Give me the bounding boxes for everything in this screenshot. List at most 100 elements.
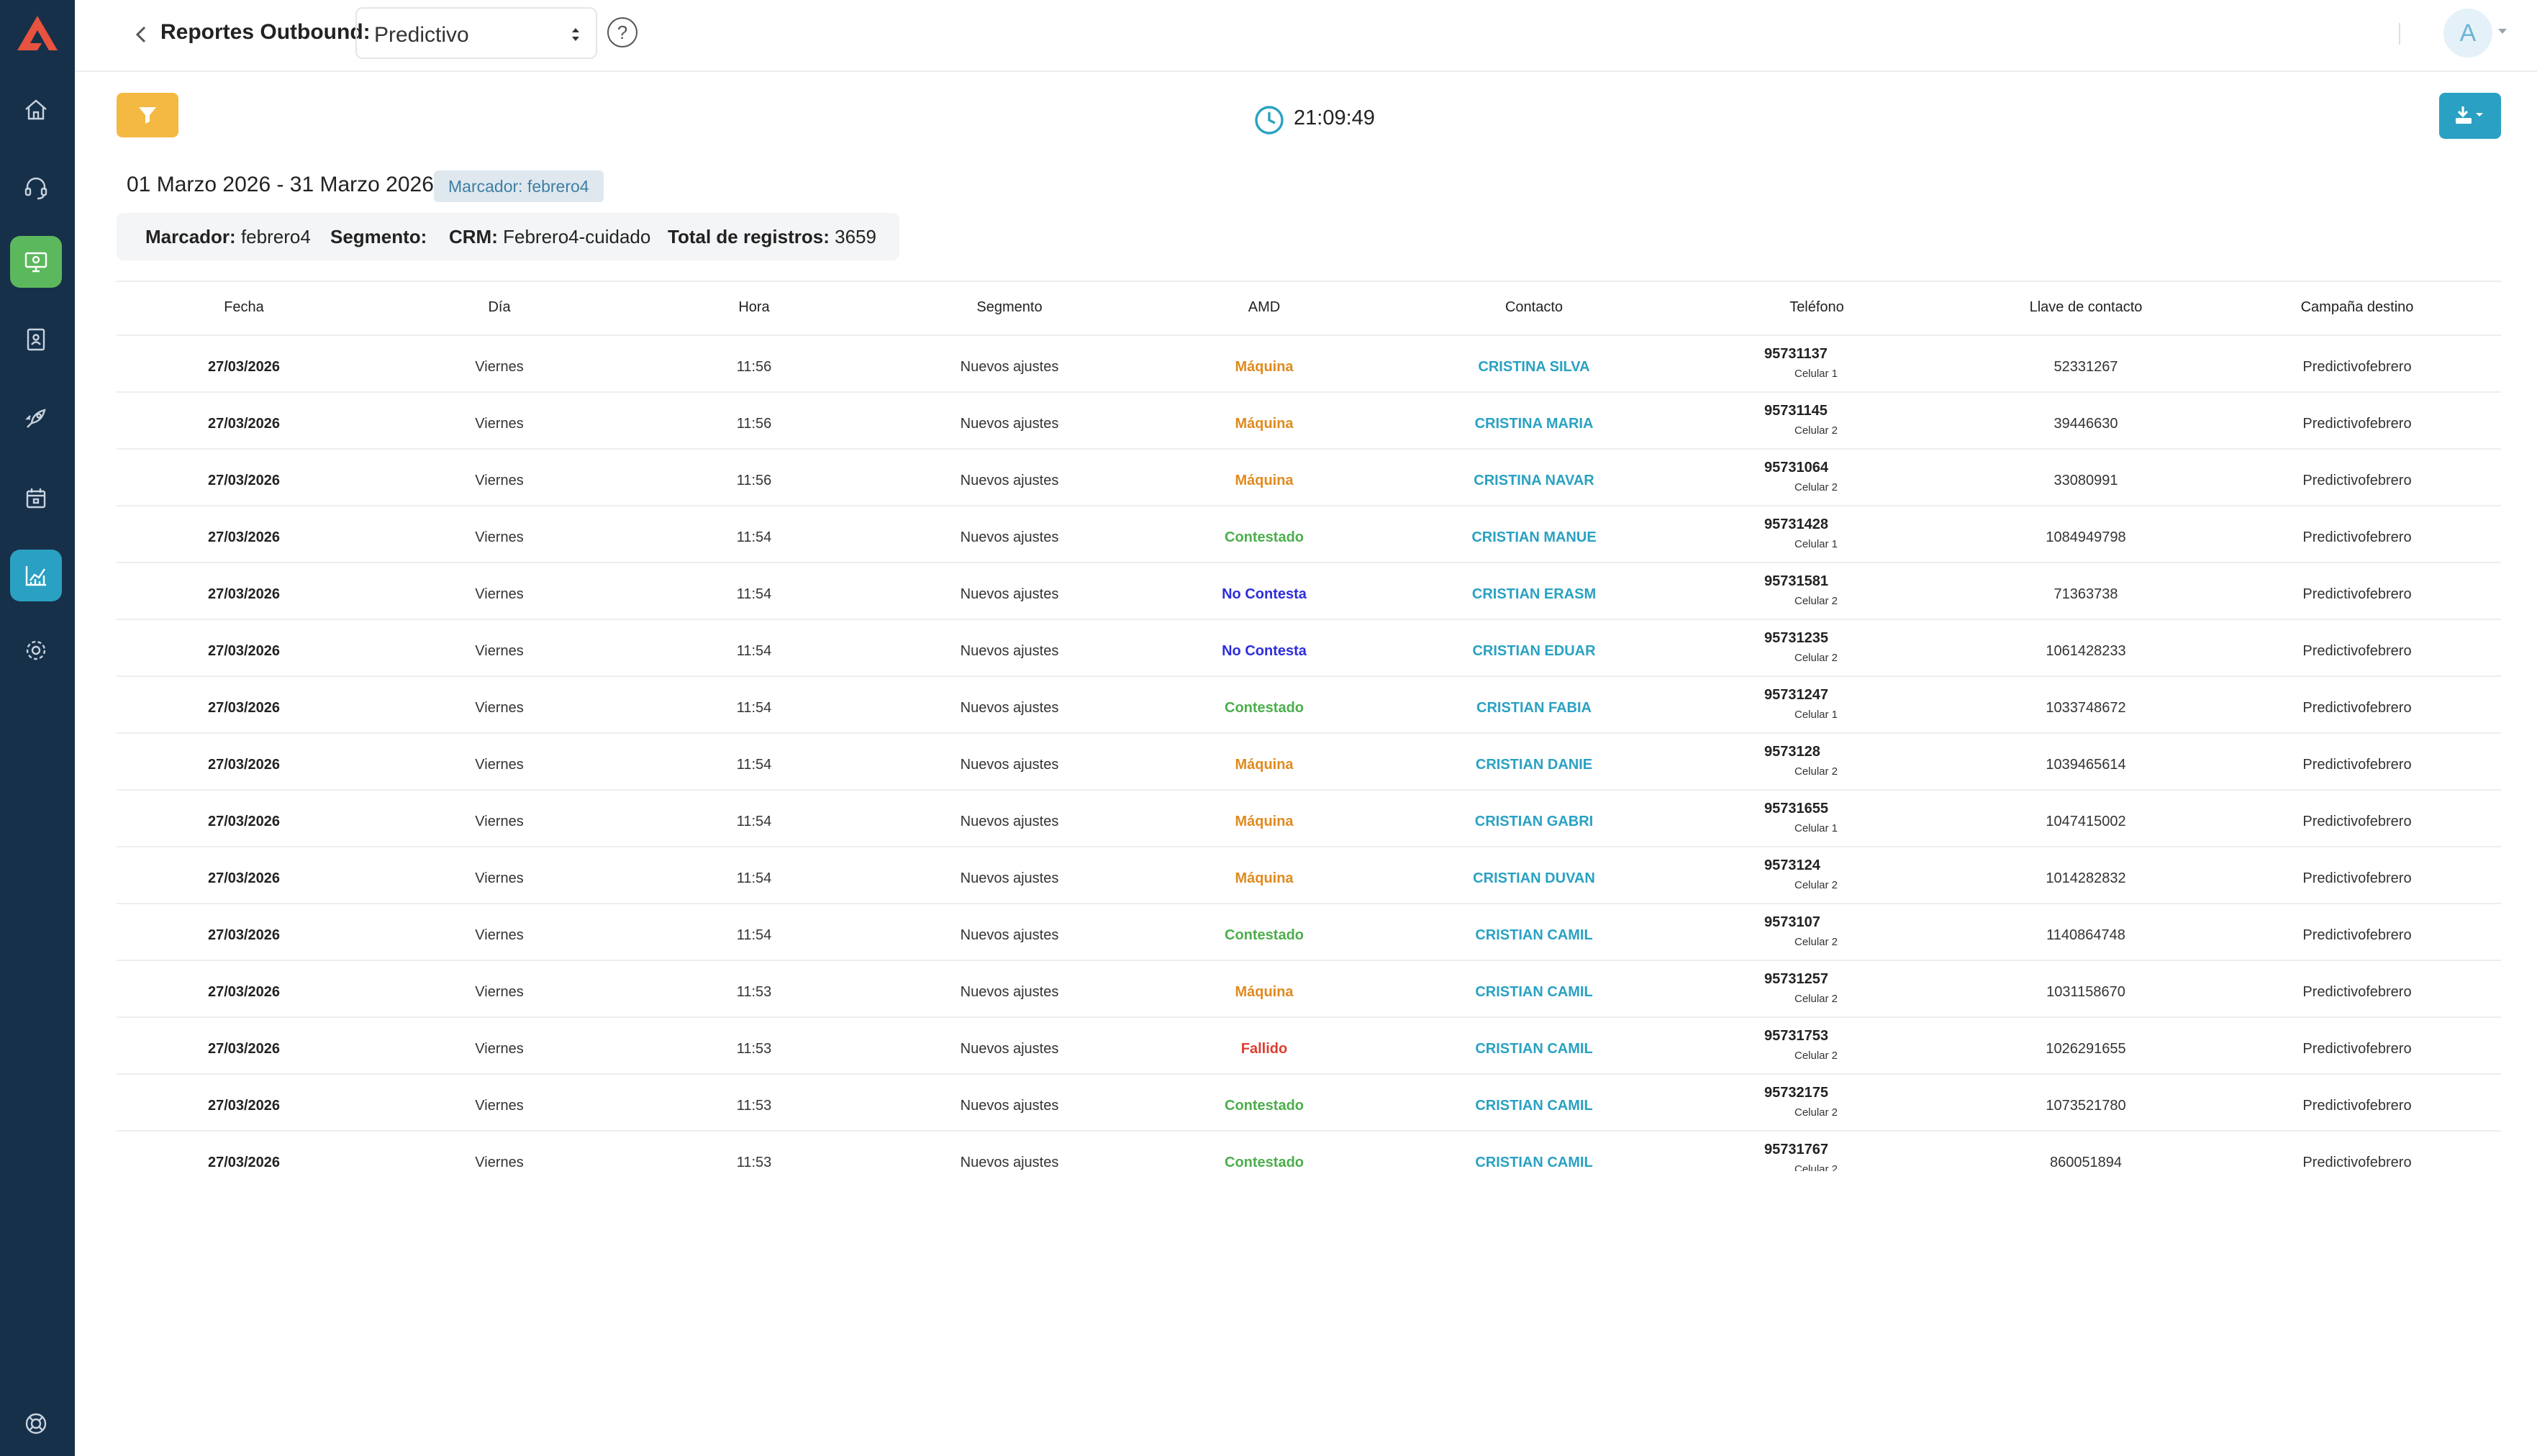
help-button[interactable]: ? <box>607 17 637 47</box>
col-header-llave[interactable]: Llave de contacto <box>2030 299 2143 316</box>
cell-contacto[interactable]: CRISTIAN DANIE <box>1476 757 1592 773</box>
calendar-icon <box>26 488 46 509</box>
cell-segmento: Nuevos ajustes <box>960 643 1059 659</box>
cell-llave: 1039465614 <box>2046 757 2126 773</box>
cell-telefono: 95731655 <box>1764 801 1828 816</box>
cell-telefono: 95731767 <box>1764 1142 1828 1157</box>
cell-telefono: 95731753 <box>1764 1028 1828 1044</box>
cell-telefono-tipo: Celular 2 <box>1794 595 1838 607</box>
col-header-telefono[interactable]: Teléfono <box>1789 299 1844 316</box>
summary-marcador: Marcador: febrero4 <box>145 226 311 248</box>
col-header-fecha[interactable]: Fecha <box>224 299 264 316</box>
filter-button[interactable] <box>117 93 178 137</box>
table-row[interactable]: 27/03/2026 Viernes 11:54 Nuevos ajustes No C… <box>117 619 2501 677</box>
table-row[interactable]: 27/03/2026 Viernes 11:53 Nuevos ajustes Cont… <box>117 1130 2501 1188</box>
app-logo[interactable] <box>16 14 59 52</box>
cell-contacto[interactable]: CRISTIAN CAMIL <box>1475 1155 1592 1171</box>
cell-amd: Máquina <box>1235 814 1294 829</box>
col-header-contacto[interactable]: Contacto <box>1505 299 1563 316</box>
nav-calendar[interactable] <box>10 473 62 524</box>
table-row[interactable]: 27/03/2026 Viernes 11:54 Nuevos ajustes No C… <box>117 562 2501 620</box>
back-button[interactable] <box>125 19 157 50</box>
cell-contacto[interactable]: CRISTIAN MANUE <box>1471 529 1596 546</box>
col-header-segmento[interactable]: Segmento <box>976 299 1042 316</box>
report-type-select[interactable]: Predictivo <box>355 7 597 59</box>
table-row[interactable]: 27/03/2026 Viernes 11:53 Nuevos ajustes Máqu… <box>117 960 2501 1018</box>
cell-llave: 71363738 <box>2053 586 2118 602</box>
cell-amd: No Contesta <box>1222 643 1307 659</box>
table-row[interactable]: 27/03/2026 Viernes 11:54 Nuevos ajustes Máqu… <box>117 789 2501 847</box>
cell-dia: Viernes <box>475 1155 524 1170</box>
cell-campana: Predictivofebrero <box>2302 586 2412 602</box>
cell-dia: Viernes <box>475 586 524 602</box>
table-row[interactable]: 27/03/2026 Viernes 11:53 Nuevos ajustes Fall… <box>117 1016 2501 1075</box>
cell-telefono-tipo: Celular 2 <box>1794 993 1838 1005</box>
nav-home[interactable] <box>10 83 62 135</box>
nav-contacts[interactable] <box>10 314 62 365</box>
download-button[interactable] <box>2439 93 2501 139</box>
cell-contacto[interactable]: CRISTIAN DUVAN <box>1473 870 1595 887</box>
cell-fecha: 27/03/2026 <box>207 870 281 886</box>
cell-contacto[interactable]: CRISTIAN FABIA <box>1476 700 1592 716</box>
table-row[interactable]: 27/03/2026 Viernes 11:54 Nuevos ajustes Máqu… <box>117 846 2501 904</box>
download-icon <box>2456 106 2483 124</box>
table-row[interactable]: 27/03/2026 Viernes 11:54 Nuevos ajustes Cont… <box>117 505 2501 563</box>
page-title: Reportes Outbound: <box>160 20 371 44</box>
cell-fecha: 27/03/2026 <box>207 1041 281 1057</box>
rocket-icon <box>25 409 46 428</box>
cell-dia: Viernes <box>475 700 524 716</box>
cell-segmento: Nuevos ajustes <box>960 757 1059 773</box>
cell-dia: Viernes <box>475 870 524 886</box>
nav-settings[interactable] <box>10 624 62 676</box>
cell-campana: Predictivofebrero <box>2302 473 2412 488</box>
table-row[interactable]: 27/03/2026 Viernes 11:56 Nuevos ajustes Máqu… <box>117 335 2501 393</box>
cell-telefono: 95732175 <box>1764 1085 1828 1101</box>
cell-llave: 1014282832 <box>2046 870 2126 886</box>
cell-contacto[interactable]: CRISTINA MARIA <box>1475 416 1594 432</box>
cell-contacto[interactable]: CRISTIAN CAMIL <box>1475 1098 1592 1114</box>
cell-contacto[interactable]: CRISTIAN CAMIL <box>1475 927 1592 944</box>
summary-panel: Marcador: febrero4 Segmento: CRM: Febrer… <box>117 213 899 260</box>
cell-campana: Predictivofebrero <box>2302 416 2412 432</box>
nav-monitor[interactable] <box>10 236 62 288</box>
nav-reports[interactable] <box>10 550 62 601</box>
cell-hora: 11:54 <box>736 643 772 659</box>
col-header-campana[interactable]: Campaña destino <box>2301 299 2414 316</box>
cell-fecha: 27/03/2026 <box>207 700 281 716</box>
table-row[interactable]: 27/03/2026 Viernes 11:53 Nuevos ajustes Cont… <box>117 1073 2501 1132</box>
table-row[interactable]: 27/03/2026 Viernes 11:54 Nuevos ajustes Máqu… <box>117 732 2501 791</box>
nav-campaigns[interactable] <box>10 393 62 445</box>
cell-contacto[interactable]: CRISTIAN CAMIL <box>1475 984 1592 1001</box>
cell-dia: Viernes <box>475 359 524 375</box>
table-row[interactable]: 27/03/2026 Viernes 11:54 Nuevos ajustes Cont… <box>117 675 2501 734</box>
cell-hora: 11:53 <box>736 1041 772 1057</box>
cell-fecha: 27/03/2026 <box>207 1098 281 1114</box>
header-divider <box>2399 23 2400 45</box>
table-row[interactable]: 27/03/2026 Viernes 11:56 Nuevos ajustes Máqu… <box>117 391 2501 450</box>
col-header-hora[interactable]: Hora <box>738 299 769 316</box>
nav-help[interactable] <box>10 1398 62 1450</box>
user-avatar[interactable]: A <box>2443 9 2492 58</box>
avatar-caret-icon[interactable] <box>2498 29 2507 34</box>
cell-segmento: Nuevos ajustes <box>960 529 1059 545</box>
cell-contacto[interactable]: CRISTINA SILVA <box>1478 359 1589 376</box>
cell-fecha: 27/03/2026 <box>207 473 281 488</box>
table-row[interactable]: 27/03/2026 Viernes 11:54 Nuevos ajustes Cont… <box>117 903 2501 961</box>
reports-chart-icon <box>25 566 46 586</box>
col-header-dia[interactable]: Día <box>488 299 510 316</box>
col-header-amd[interactable]: AMD <box>1248 299 1280 316</box>
chevron-left-icon <box>135 26 146 43</box>
cell-dia: Viernes <box>475 416 524 432</box>
nav-agents[interactable] <box>10 161 62 213</box>
cell-contacto[interactable]: CRISTIAN ERASM <box>1472 586 1596 603</box>
cell-fecha: 27/03/2026 <box>207 643 281 659</box>
top-bar: Reportes Outbound: Predictivo ? A <box>75 0 2537 72</box>
cell-contacto[interactable]: CRISTIAN GABRI <box>1475 814 1593 830</box>
monitor-icon <box>24 252 47 273</box>
cell-contacto[interactable]: CRISTINA NAVAR <box>1474 473 1594 489</box>
cell-contacto[interactable]: CRISTIAN CAMIL <box>1475 1041 1592 1057</box>
cell-contacto[interactable]: CRISTIAN EDUAR <box>1472 643 1595 660</box>
cell-campana: Predictivofebrero <box>2302 757 2412 773</box>
cell-amd: Máquina <box>1235 870 1294 886</box>
table-row[interactable]: 27/03/2026 Viernes 11:56 Nuevos ajustes Máqu… <box>117 448 2501 506</box>
